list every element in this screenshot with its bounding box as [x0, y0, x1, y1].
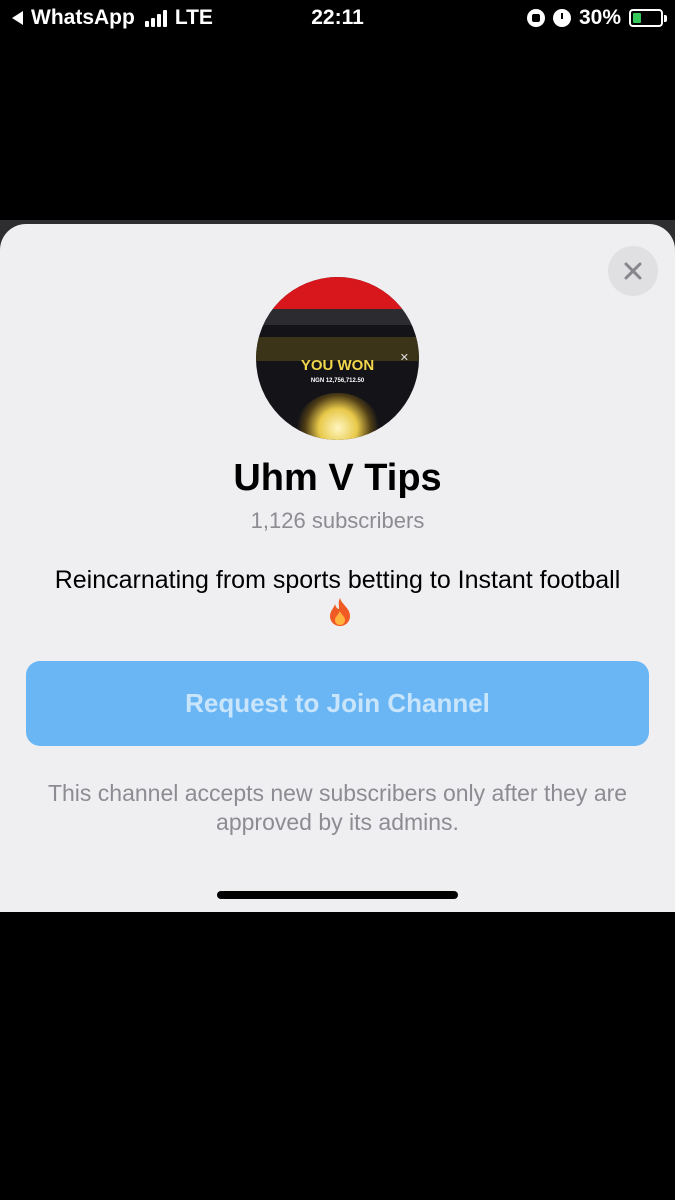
orientation-lock-icon	[526, 9, 545, 27]
battery-charging-icon: ⚡	[629, 9, 667, 27]
bolt-icon: ⚡	[642, 10, 652, 26]
trophy-glow	[296, 393, 380, 440]
channel-join-sheet: YOU WON NGN 12,756,712.50 ✕ Uhm V Tips 1…	[0, 224, 675, 912]
battery-percent: 30%	[578, 6, 621, 29]
battery-fill	[633, 13, 641, 23]
channel-description: Reincarnating from sports betting to Ins…	[40, 564, 635, 632]
home-indicator[interactable]	[217, 891, 458, 899]
avatar-nav	[256, 309, 419, 325]
alarm-icon	[552, 9, 571, 27]
avatar-amount: NGN 12,756,712.50	[310, 378, 365, 384]
close-button[interactable]	[608, 246, 658, 296]
description-text: Reincarnating from sports betting to Ins…	[54, 566, 621, 594]
avatar-headline: YOU WON	[300, 357, 375, 374]
avatar-header	[256, 277, 419, 309]
subscriber-count: 1,126 subscribers	[250, 508, 425, 533]
channel-name: Uhm V Tips	[233, 457, 442, 499]
battery-nub	[664, 15, 667, 22]
channel-avatar: YOU WON NGN 12,756,712.50 ✕	[256, 277, 419, 440]
close-icon	[624, 262, 642, 280]
approval-note: This channel accepts new subscribers onl…	[47, 780, 628, 835]
avatar-close-icon: ✕	[399, 352, 409, 364]
fire-icon	[329, 598, 350, 626]
status-bar: WhatsApp LTE 22:11 30% ⚡	[0, 0, 675, 38]
request-join-button[interactable]: Request to Join Channel	[26, 661, 649, 746]
